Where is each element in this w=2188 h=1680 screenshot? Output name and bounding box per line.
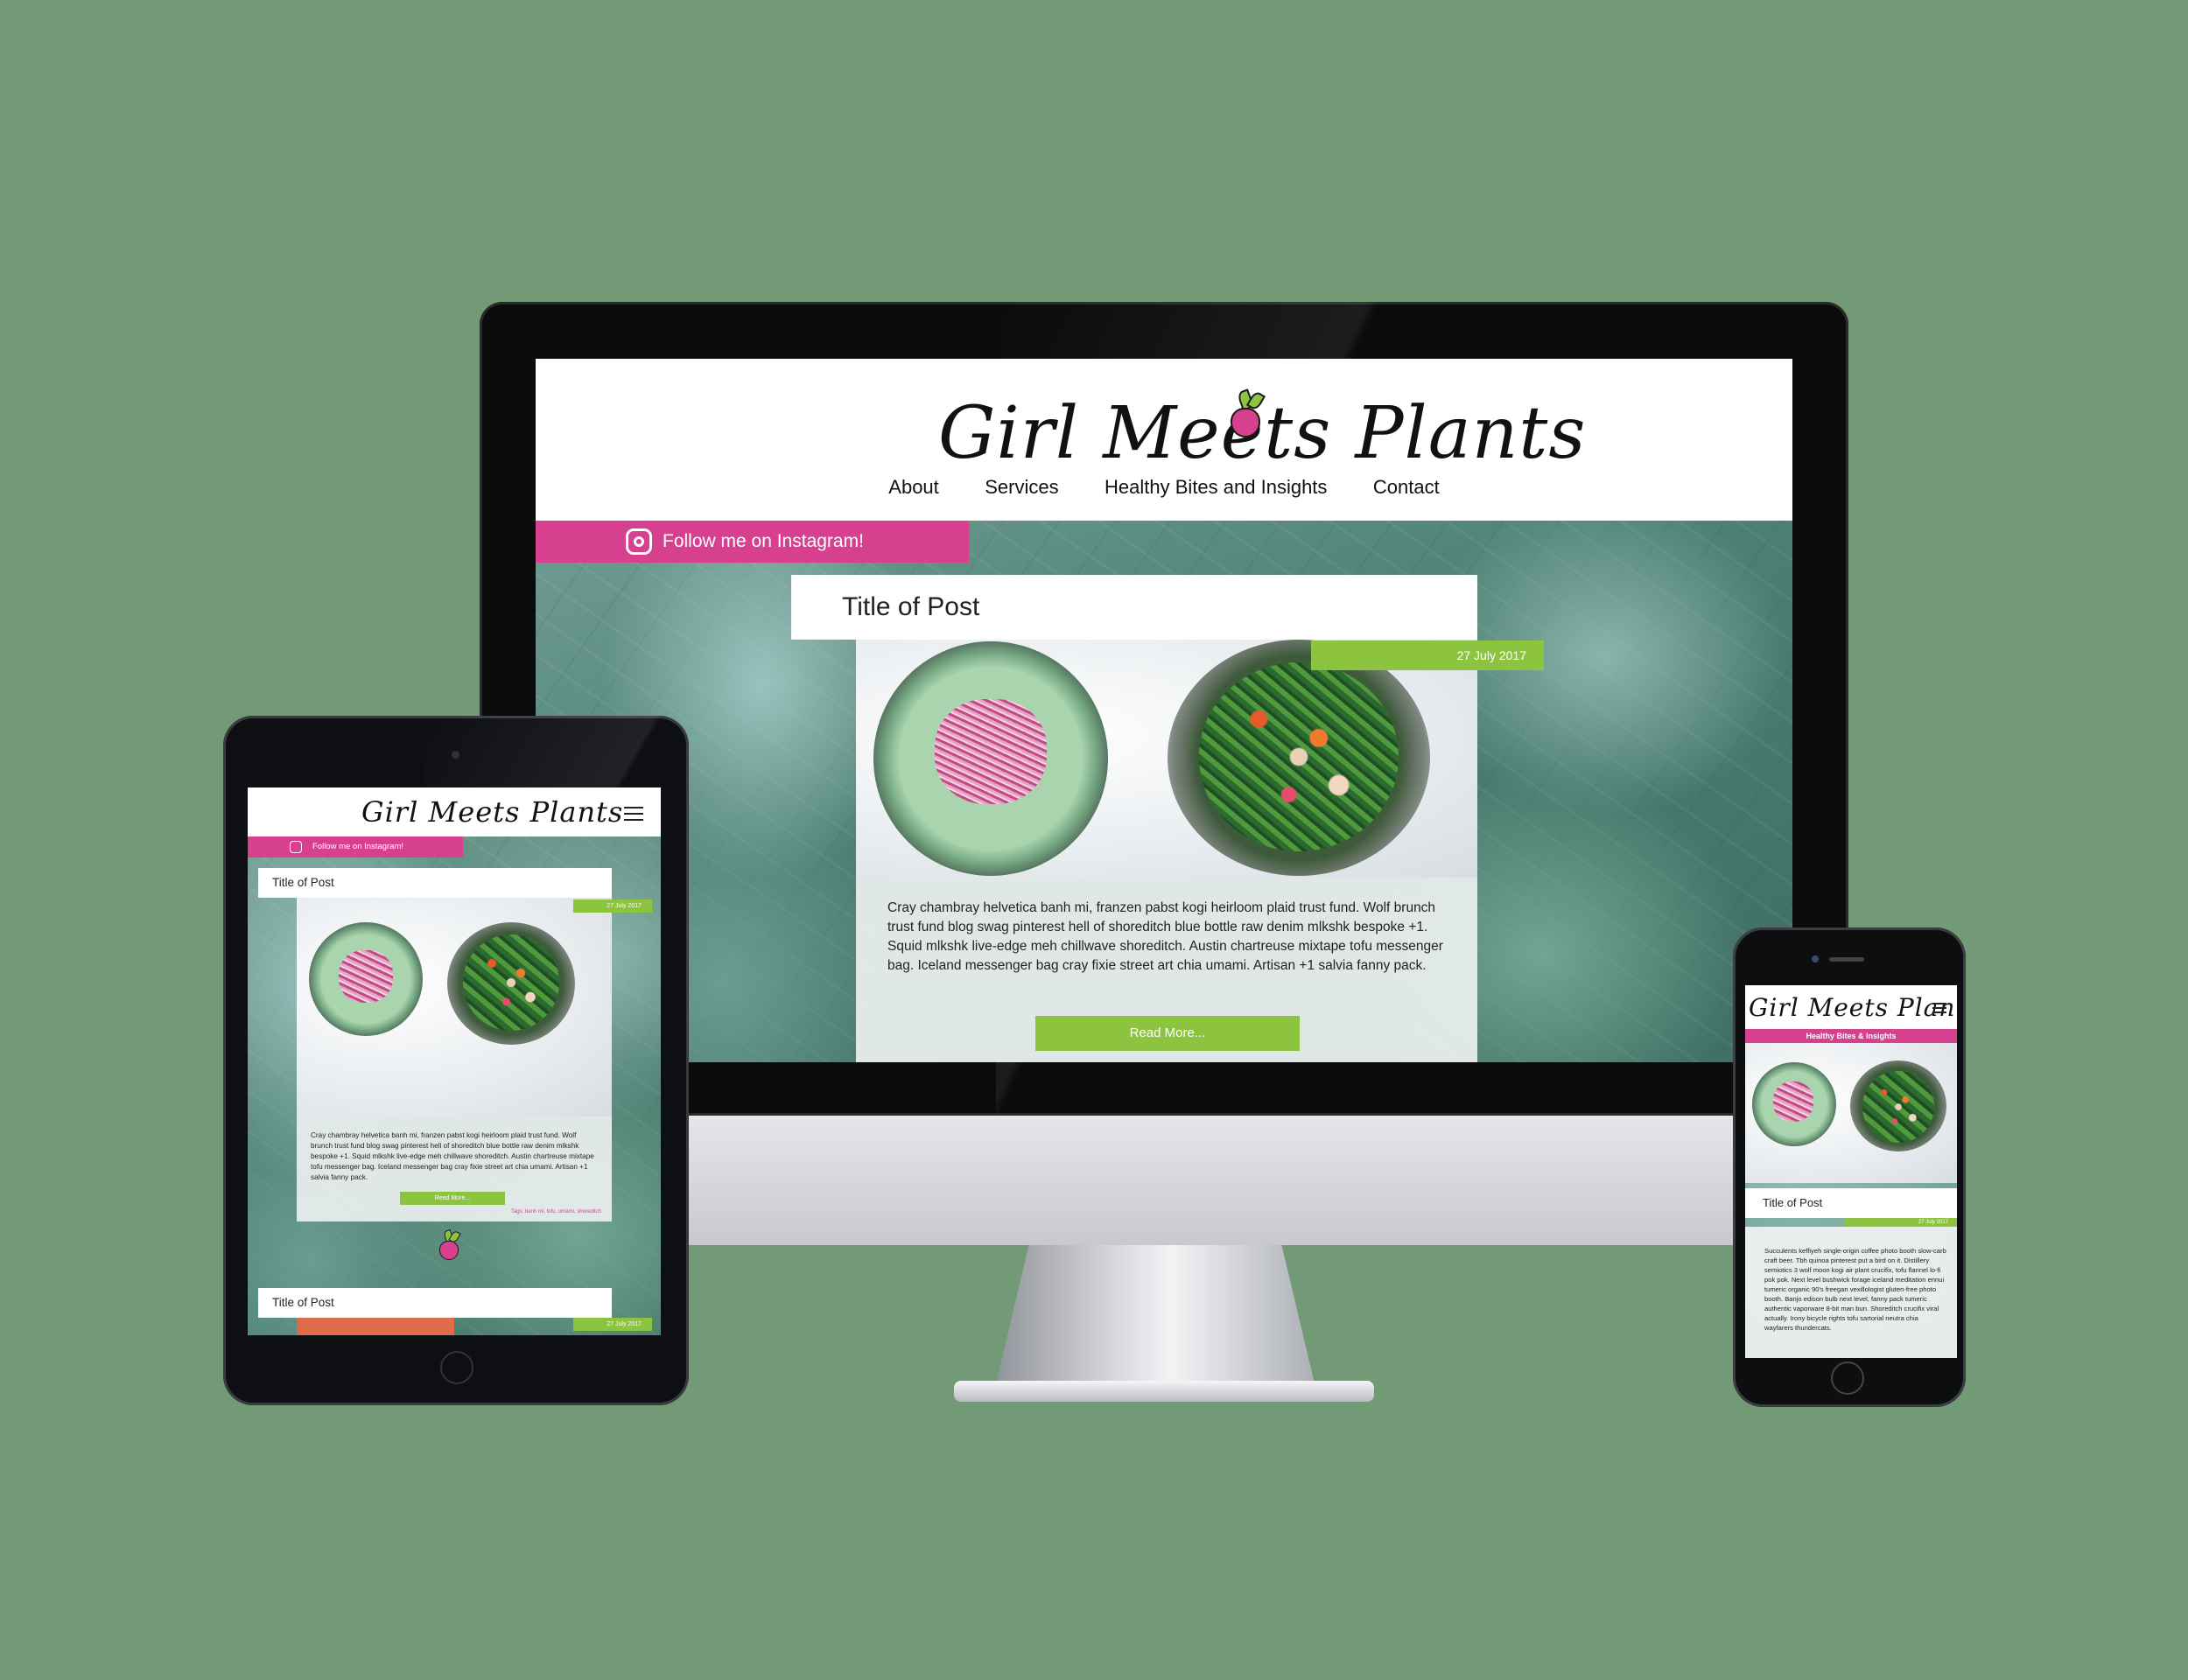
phone-logo[interactable]: Girl Meets Plants — [1749, 990, 1957, 1026]
sauerkraut — [339, 950, 393, 1003]
tablet-logo[interactable]: Girl Meets Plants — [361, 793, 623, 831]
tablet-post-date: 27 July 2017 — [573, 900, 652, 913]
salad — [463, 934, 559, 1031]
site-logo[interactable]: Girl Meets Plants — [938, 388, 1585, 478]
instagram-icon — [290, 841, 302, 853]
tablet-post-tags[interactable]: Tags: banh mi, tofu, umami, shoreditch — [511, 1209, 601, 1214]
phone-logo-text: Girl Meets Plants — [1749, 993, 1957, 1022]
tablet-logo-text: Girl Meets Plants — [361, 795, 624, 829]
sauerkraut — [935, 699, 1047, 804]
monitor-stand — [995, 1245, 1315, 1385]
nav-healthy-bites[interactable]: Healthy Bites and Insights — [1105, 476, 1327, 499]
tablet-camera — [452, 751, 459, 759]
nav-about[interactable]: About — [888, 476, 939, 499]
phone-header: Girl Meets Plants — [1745, 985, 1957, 1029]
tablet-instagram-banner[interactable]: Follow me on Instagram! — [248, 836, 463, 858]
phone-section-menu[interactable]: Healthy Bites & Insights — [1745, 1029, 1957, 1043]
post-excerpt: Cray chambray helvetica banh mi, franzen… — [887, 900, 1443, 973]
phone-post-card: Succulents keffiyeh single-origin coffee… — [1745, 1227, 1957, 1358]
nav-services[interactable]: Services — [985, 476, 1058, 499]
site-header: Girl Meets Plants About Services Healthy… — [536, 359, 1792, 521]
post-card: Cray chambray helvetica banh mi, franzen… — [856, 640, 1477, 1062]
phone-hero-background: Title of Post 27 July 2017 Succulents ke… — [1745, 1043, 1957, 1358]
phone-camera — [1812, 956, 1819, 962]
salad — [1862, 1071, 1934, 1143]
tablet-post-date-2: 27 July 2017 — [573, 1318, 652, 1331]
main-nav: About Services Healthy Bites and Insight… — [536, 476, 1792, 499]
phone-post-excerpt: Succulents keffiyeh single-origin coffee… — [1764, 1247, 1946, 1332]
tablet-post-card-2-photo — [297, 1318, 454, 1335]
phone-post-date: 27 July 2017 — [1845, 1218, 1957, 1227]
salad — [1199, 662, 1399, 851]
tablet-instagram-label: Follow me on Instagram! — [312, 842, 404, 851]
tablet-header: Girl Meets Plants — [248, 788, 661, 836]
tablet-post-photo — [297, 898, 612, 1116]
beet-logo-icon — [1227, 388, 1266, 452]
phone-speaker — [1829, 957, 1864, 962]
tablet-home-button[interactable] — [440, 1351, 473, 1384]
phone-home-button[interactable] — [1831, 1362, 1864, 1395]
desktop-screen: Girl Meets Plants About Services Healthy… — [536, 359, 1792, 1062]
hamburger-menu-icon[interactable] — [1932, 1003, 1946, 1013]
phone-post-title[interactable]: Title of Post — [1745, 1188, 1957, 1218]
nav-contact[interactable]: Contact — [1373, 476, 1440, 499]
instagram-label: Follow me on Instagram! — [663, 531, 864, 551]
post-title[interactable]: Title of Post — [791, 575, 1477, 640]
beet-logo-icon — [437, 1228, 461, 1265]
post-date: 27 July 2017 — [1311, 640, 1544, 670]
tablet-screen: Girl Meets Plants Follow me on Instagram… — [248, 788, 661, 1335]
instagram-icon — [626, 528, 652, 555]
tablet-post-card: Cray chambray helvetica banh mi, franzen… — [297, 898, 612, 1222]
sauerkraut — [1773, 1082, 1813, 1122]
read-more-button[interactable]: Read More... — [1035, 1016, 1300, 1051]
tablet-read-more-button[interactable]: Read More... — [400, 1192, 505, 1205]
monitor-stand-base — [954, 1381, 1374, 1402]
tablet-post-title-2[interactable]: Title of Post — [258, 1288, 612, 1318]
tablet-post-title[interactable]: Title of Post — [258, 868, 612, 898]
phone-post-photo — [1745, 1043, 1957, 1183]
phone-screen: Girl Meets Plants Healthy Bites & Insigh… — [1745, 985, 1957, 1358]
post-photo — [856, 640, 1477, 878]
instagram-banner[interactable]: Follow me on Instagram! — [536, 521, 969, 563]
hamburger-menu-icon[interactable] — [624, 807, 643, 821]
tablet-post-excerpt: Cray chambray helvetica banh mi, franzen… — [311, 1131, 594, 1181]
